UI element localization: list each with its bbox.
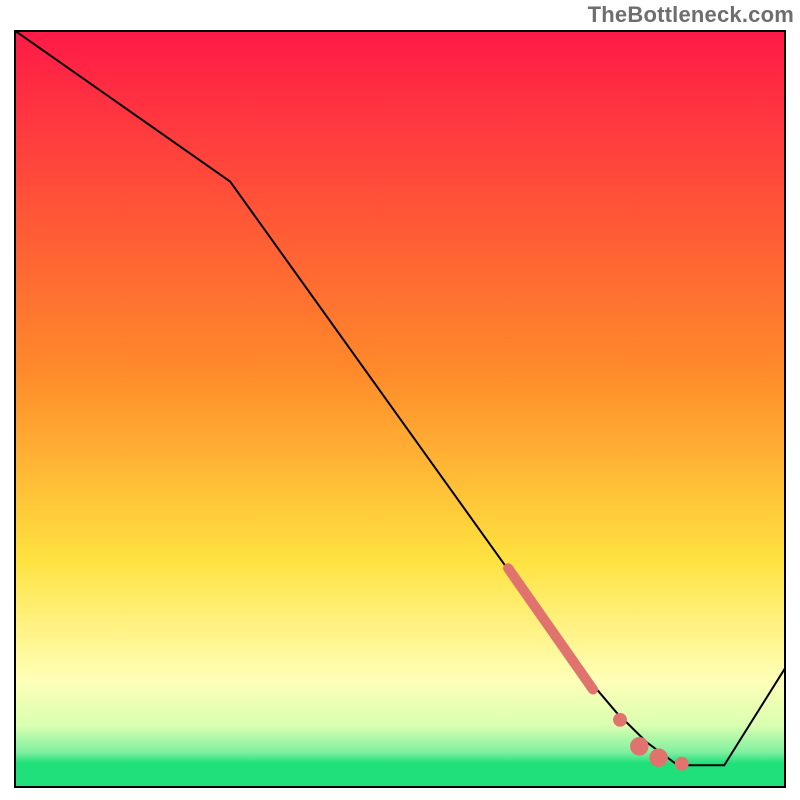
chart-background: [16, 32, 784, 786]
marker-dot-a: [613, 713, 627, 727]
marker-dot-b: [630, 737, 649, 756]
marker-dot-d: [675, 757, 689, 771]
chart-frame: TheBottleneck.com: [0, 0, 800, 800]
chart-svg: [14, 30, 786, 788]
marker-dot-c: [649, 748, 668, 767]
plot-area: [14, 30, 786, 788]
watermark-text: TheBottleneck.com: [588, 2, 794, 28]
